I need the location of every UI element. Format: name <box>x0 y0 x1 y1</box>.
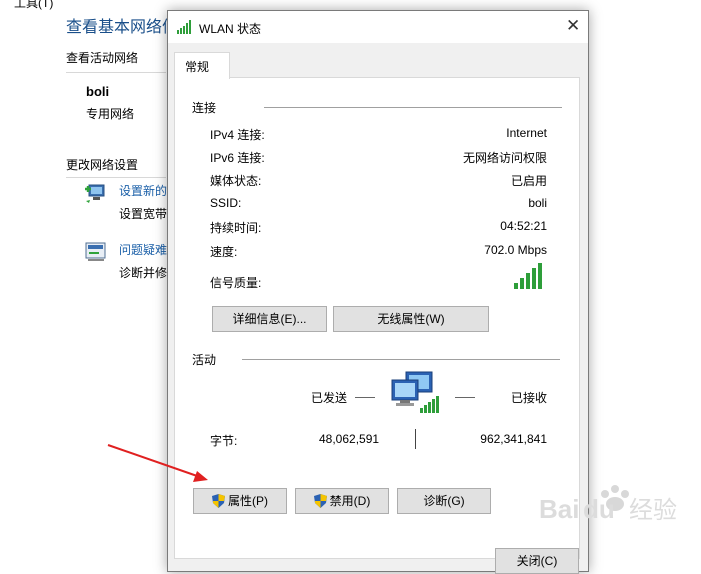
properties-button[interactable]: 属性(P) <box>193 488 287 514</box>
activity-group-label: 活动 <box>192 353 217 367</box>
ipv6-value: 无网络访问权限 <box>462 151 547 165</box>
signal-quality-label: 信号质量: <box>210 276 262 290</box>
bytes-divider <box>415 429 416 449</box>
ipv4-label: IPv4 连接: <box>210 128 265 142</box>
media-state-label: 媒体状态: <box>210 174 262 188</box>
properties-button-label: 属性(P) <box>228 494 268 508</box>
signal-bar <box>526 273 530 289</box>
change-settings-heading: 更改网络设置 <box>66 158 139 172</box>
tab-general-label: 常规 <box>185 60 210 74</box>
sent-divider <box>355 397 375 398</box>
disable-button[interactable]: 禁用(D) <box>295 488 389 514</box>
diagnose-button[interactable]: 诊断(G) <box>397 488 491 514</box>
received-divider <box>455 397 475 398</box>
general-tab-panel: 连接 IPv4 连接: Internet IPv6 连接: 无网络访问权限 媒体… <box>174 77 580 559</box>
signal-quality-icon <box>514 263 542 289</box>
speed-value: 702.0 Mbps <box>484 243 547 257</box>
signal-bar <box>538 263 542 289</box>
tab-general[interactable]: 常规 <box>174 52 230 79</box>
received-label: 已接收 <box>511 391 548 405</box>
setup-connection-link[interactable]: 设置新的 <box>119 182 167 199</box>
duration-value: 04:52:21 <box>500 219 547 233</box>
wireless-properties-button[interactable]: 无线属性(W) <box>333 306 489 332</box>
network-computers-icon <box>391 371 439 413</box>
annotation-arrow-icon <box>107 444 208 482</box>
dialog-titlebar[interactable]: WLAN 状态 ✕ <box>168 11 588 43</box>
svg-text:经验: 经验 <box>629 496 677 524</box>
wifi-signal-icon <box>177 20 191 34</box>
signal-bar <box>532 268 536 289</box>
signal-bar <box>514 283 518 289</box>
page-title: 查看基本网络信 <box>66 19 179 36</box>
disable-button-label: 禁用(D) <box>329 494 371 508</box>
setup-connection-desc: 设置宽带 <box>119 207 168 221</box>
sent-label: 已发送 <box>311 391 348 405</box>
svg-text:Bai: Bai <box>539 494 579 524</box>
bytes-received-value: 962,341,841 <box>480 432 547 446</box>
duration-label: 持续时间: <box>210 221 262 235</box>
network-type: 专用网络 <box>86 107 135 121</box>
divider <box>66 72 166 73</box>
svg-text:du: du <box>583 494 615 524</box>
uac-shield-icon <box>313 494 327 508</box>
ipv6-label: IPv6 连接: <box>210 151 265 165</box>
signal-bar <box>520 278 524 289</box>
close-button[interactable]: ✕ <box>558 11 588 43</box>
baidu-watermark: Bai du 经验 <box>537 482 697 532</box>
troubleshoot-desc: 诊断并修 <box>119 266 168 280</box>
network-name: boli <box>86 84 110 99</box>
speed-label: 速度: <box>210 245 238 259</box>
connection-group-label: 连接 <box>192 101 217 115</box>
divider <box>66 177 166 178</box>
ssid-value: boli <box>528 196 547 210</box>
close-icon: ✕ <box>566 16 581 35</box>
close-dialog-button[interactable]: 关闭(C) <box>495 548 579 574</box>
menu-tools[interactable]: 工具(T) <box>14 0 53 11</box>
group-divider <box>264 107 562 108</box>
new-connection-icon <box>85 184 105 203</box>
ipv4-value: Internet <box>506 126 547 140</box>
details-button[interactable]: 详细信息(E)... <box>212 306 327 332</box>
troubleshoot-icon <box>85 242 106 261</box>
media-state-value: 已启用 <box>510 174 547 188</box>
baidu-logo-icon: Bai du 经验 <box>539 485 677 524</box>
troubleshoot-link[interactable]: 问题疑难 <box>119 241 167 258</box>
dialog-title: WLAN 状态 <box>199 22 262 36</box>
wlan-status-dialog: WLAN 状态 ✕ 常规 连接 IPv4 连接: Internet IPv6 连… <box>167 10 589 574</box>
group-divider <box>242 359 560 360</box>
active-networks-heading: 查看活动网络 <box>66 51 139 65</box>
uac-shield-icon <box>212 494 225 508</box>
bytes-sent-value: 48,062,591 <box>319 432 380 446</box>
ssid-label: SSID: <box>210 196 242 210</box>
